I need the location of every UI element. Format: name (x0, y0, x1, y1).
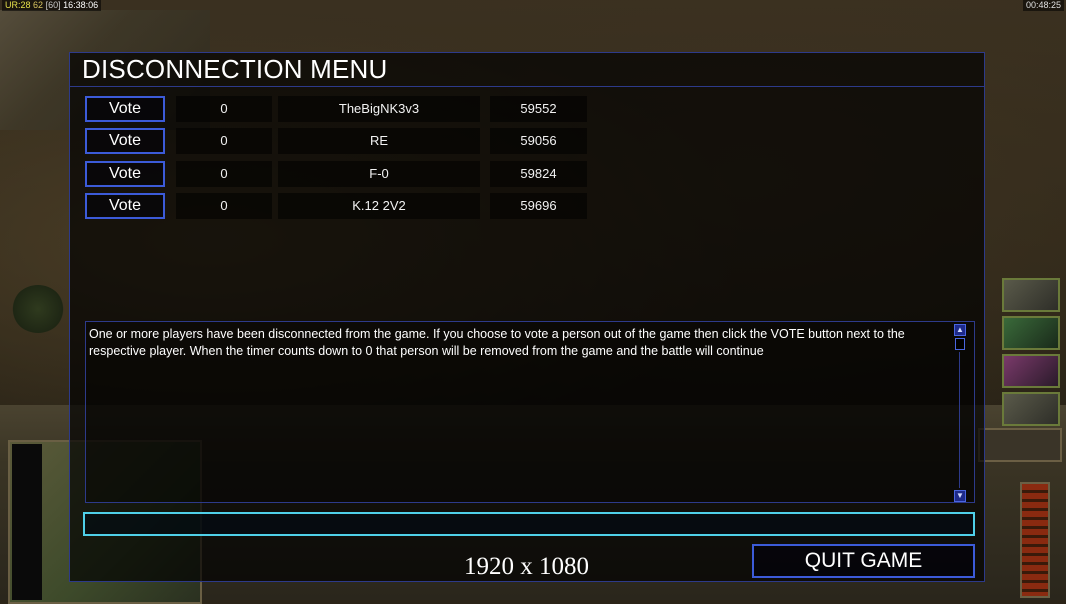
power-icon (1002, 278, 1060, 312)
scroll-thumb[interactable] (955, 338, 965, 350)
disconnection-dialog: DISCONNECTION MENU Vote 0 TheBigNK3v3 59… (69, 52, 985, 582)
resolution-label: 1920 x 1080 (464, 553, 589, 580)
vote-count: 0 (176, 96, 272, 122)
fps-label: UR: (5, 0, 21, 10)
vote-count: 0 (176, 193, 272, 219)
dialog-title: DISCONNECTION MENU (82, 54, 388, 84)
player-name: RE (278, 128, 480, 154)
player-name: F-0 (278, 161, 480, 187)
generals-powers-panel (1002, 278, 1060, 426)
vote-count: 0 (176, 161, 272, 187)
clock: 16:38:06 (63, 0, 99, 10)
player-ping: 59056 (490, 128, 587, 154)
message-text: One or more players have been disconnect… (89, 327, 905, 358)
fps-cap: 60 (48, 0, 59, 10)
message-scrollbar[interactable]: ▲ ▼ (954, 324, 966, 502)
player-ping: 59824 (490, 161, 587, 187)
player-ping: 59696 (490, 193, 587, 219)
rank-stars (978, 428, 1062, 462)
scroll-up-arrow-icon[interactable]: ▲ (954, 324, 966, 336)
power-icon (1002, 354, 1060, 388)
fps-counter: UR:28 62 [60] 16:38:06 (2, 0, 102, 11)
player-name: K.12 2V2 (278, 193, 480, 219)
game-timer: 00:48:25 (1022, 0, 1064, 11)
fps-value: 62 (33, 0, 44, 10)
vote-button[interactable]: Vote (85, 193, 165, 219)
message-box: One or more players have been disconnect… (85, 321, 975, 503)
vote-button[interactable]: Vote (85, 128, 165, 154)
scroll-down-arrow-icon[interactable]: ▼ (954, 490, 966, 502)
fps-value: 28 (20, 0, 31, 10)
power-meter (1020, 482, 1050, 598)
minimap-shroud (12, 444, 42, 600)
scroll-track[interactable] (959, 352, 960, 488)
quit-game-button[interactable]: QUIT GAME (752, 544, 975, 578)
vote-count: 0 (176, 128, 272, 154)
chat-input[interactable] (83, 512, 975, 536)
tree (12, 285, 64, 333)
power-icon (1002, 392, 1060, 426)
vote-button[interactable]: Vote (85, 96, 165, 122)
vote-button[interactable]: Vote (85, 161, 165, 187)
player-name: TheBigNK3v3 (278, 96, 480, 122)
player-ping: 59552 (490, 96, 587, 122)
title-divider (70, 86, 984, 87)
power-icon (1002, 316, 1060, 350)
